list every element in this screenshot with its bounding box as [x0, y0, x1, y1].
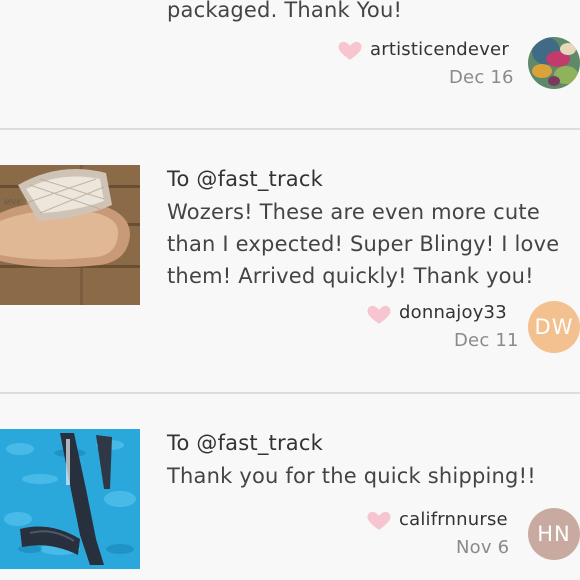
heel-image	[0, 429, 140, 569]
review-username[interactable]: califrnnurse	[399, 509, 508, 530]
review-username[interactable]: artisticendever	[370, 39, 509, 60]
review-date: Nov 6	[456, 537, 510, 558]
review-recipient: To @fast_track	[167, 431, 323, 455]
sandal-image: MVK	[0, 165, 140, 305]
review-item: MVK To @fast_track Wozers! These are eve…	[0, 130, 580, 392]
product-thumbnail[interactable]: MVK	[0, 165, 140, 305]
product-thumbnail[interactable]	[0, 429, 140, 569]
review-text: Thank you for the quick shipping!!	[167, 464, 536, 488]
avatar[interactable]: HN	[528, 508, 580, 560]
avatar[interactable]: DW	[528, 301, 580, 353]
review-text: Wozers! These are even more cute than I …	[167, 200, 560, 288]
review-date: Dec 11	[454, 330, 519, 351]
heart-icon[interactable]	[337, 37, 363, 63]
heart-icon[interactable]	[366, 507, 392, 533]
review-item: packaged. Thank You! artisticendever Dec…	[0, 0, 580, 128]
avatar[interactable]	[528, 37, 580, 89]
svg-text:MVK: MVK	[4, 198, 22, 207]
review-item: To @fast_track Thank you for the quick s…	[0, 394, 580, 580]
review-recipient: To @fast_track	[167, 167, 323, 191]
review-date: Dec 16	[449, 67, 514, 88]
review-username[interactable]: donnajoy33	[399, 302, 507, 323]
review-text: packaged. Thank You!	[167, 0, 403, 22]
heart-icon[interactable]	[366, 301, 392, 327]
avatar-image	[528, 37, 580, 89]
